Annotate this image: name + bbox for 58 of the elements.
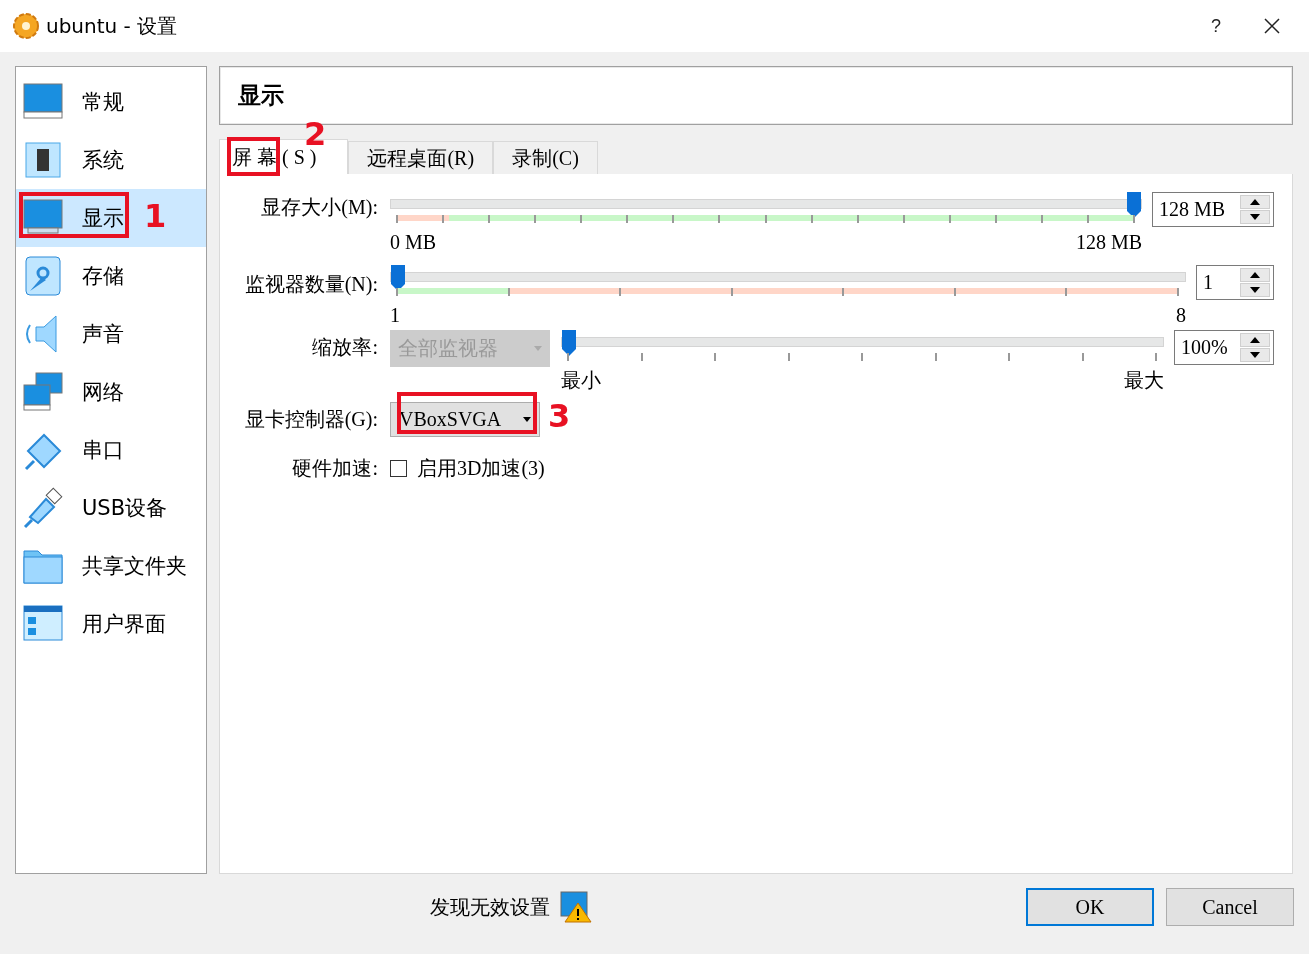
field-label: 监视器数量(N): xyxy=(243,272,379,298)
warning-icon[interactable] xyxy=(560,891,592,923)
down-arrow-button[interactable] xyxy=(1240,348,1270,362)
sidebar-item[interactable]: 网络 xyxy=(16,363,206,421)
spin-box[interactable]: 1 xyxy=(1196,265,1274,300)
sidebar-item[interactable]: 共享文件夹 xyxy=(16,537,206,595)
sidebar-item[interactable]: 声音 xyxy=(16,305,206,363)
down-arrow-button[interactable] xyxy=(1240,210,1270,224)
down-caret-icon xyxy=(1250,214,1260,220)
sidebar-item[interactable]: 串口 xyxy=(16,421,206,479)
chip-icon xyxy=(22,139,64,181)
tab[interactable]: 录制(C) xyxy=(493,141,598,174)
up-caret-icon xyxy=(1250,272,1260,278)
field-label: 硬件加速: xyxy=(291,455,379,481)
field-label: 缩放率: xyxy=(311,335,379,360)
slider-thumb[interactable] xyxy=(391,265,405,291)
spin-box[interactable]: 100% xyxy=(1174,330,1274,365)
sidebar-item[interactable]: 系统 xyxy=(16,131,206,189)
min-label: 1 xyxy=(390,304,400,326)
max-label: 最大 xyxy=(1124,369,1164,391)
window-title: ubuntu - 设置 xyxy=(46,12,179,40)
spin-box[interactable]: 128 MB xyxy=(1152,192,1274,227)
up-caret-icon xyxy=(1250,337,1260,343)
min-label: 最小 xyxy=(561,369,601,391)
down-arrow-button[interactable] xyxy=(1240,283,1270,297)
min-label: 0 MB xyxy=(390,231,437,253)
annotation-number: 1 xyxy=(144,198,167,234)
annotation-number: 3 xyxy=(548,398,571,434)
down-caret-icon xyxy=(1250,287,1260,293)
help-button[interactable]: ? xyxy=(1191,6,1241,46)
usb-icon xyxy=(22,487,64,529)
dialog-button[interactable]: OK xyxy=(1026,888,1154,926)
max-label: 8 xyxy=(1176,304,1186,326)
max-label: 128 MB xyxy=(1075,231,1142,253)
highlight-frame xyxy=(227,137,280,176)
close-icon xyxy=(1264,18,1280,34)
sidebar-item[interactable]: 存储 xyxy=(16,247,206,305)
tab[interactable]: 远程桌面(R) xyxy=(348,141,494,174)
caret-icon xyxy=(523,416,532,422)
sidebar-item[interactable]: 常规 xyxy=(16,73,206,131)
up-arrow-button[interactable] xyxy=(1240,333,1270,347)
up-caret-icon xyxy=(1250,199,1260,205)
field-label: 显卡控制器(G): xyxy=(243,406,379,433)
field-label: 显存大小(M): xyxy=(260,195,379,221)
up-arrow-button[interactable] xyxy=(1240,195,1270,209)
caret-icon xyxy=(534,346,542,351)
dialog-button[interactable]: Cancel xyxy=(1166,888,1294,926)
sidebar-item[interactable]: USB设备 xyxy=(16,479,206,537)
warning-text: 发现无效设置 xyxy=(430,893,550,921)
down-caret-icon xyxy=(1250,352,1260,358)
up-arrow-button[interactable] xyxy=(1240,268,1270,282)
sidebar-item[interactable]: 用户界面 xyxy=(16,595,206,653)
gear-icon xyxy=(12,12,40,40)
slider-thumb[interactable] xyxy=(1127,192,1141,218)
slider-thumb[interactable] xyxy=(562,330,576,356)
checkbox[interactable] xyxy=(390,459,407,477)
checkbox-label: 启用3D加速(3) xyxy=(417,455,545,482)
monitors-icon xyxy=(22,371,64,413)
